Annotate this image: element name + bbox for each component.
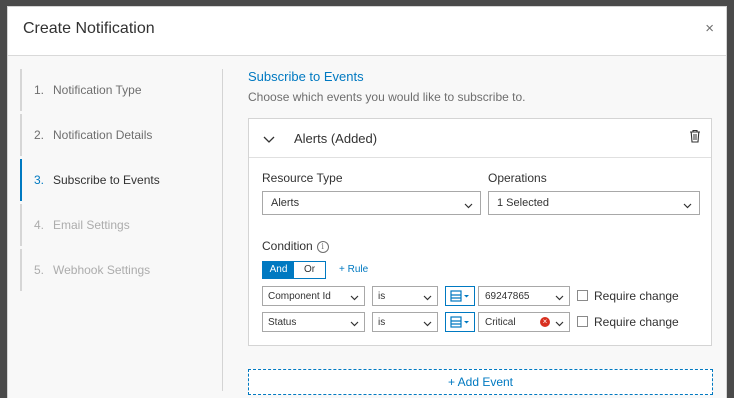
step-number: 2. [34, 128, 45, 142]
event-card-header[interactable]: Alerts (Added) [249, 119, 711, 158]
and-button[interactable]: And [263, 262, 294, 278]
event-card: Alerts (Added) Resource Type Alerts Oper… [248, 118, 712, 346]
chevron-down-icon [350, 293, 359, 304]
step-number: 4. [34, 218, 45, 232]
require-change-label: Require change [594, 315, 679, 329]
rule-field-select[interactable]: Component Id [262, 286, 365, 306]
step-notification-type[interactable]: 1. Notification Type [20, 69, 210, 111]
resource-type-label: Resource Type [262, 171, 343, 185]
value-mode-button[interactable] [445, 312, 475, 332]
chevron-down-icon [683, 200, 692, 212]
require-change-checkbox[interactable] [577, 316, 588, 327]
resource-type-select[interactable]: Alerts [262, 191, 481, 215]
wizard-steps: 1. Notification Type 2. Notification Det… [20, 69, 210, 294]
step-number: 3. [34, 173, 45, 187]
chevron-down-icon [464, 200, 473, 212]
step-webhook-settings: 5. Webhook Settings [20, 249, 210, 291]
clear-value-icon[interactable]: × [540, 317, 550, 327]
chevron-down-icon [423, 319, 432, 330]
condition-text: Condition [262, 239, 313, 253]
dialog-header: Create Notification × [8, 7, 726, 56]
operations-value: 1 Selected [497, 197, 549, 209]
rule-field-value: Status [268, 316, 297, 328]
section-subtitle: Choose which events you would like to su… [248, 90, 526, 104]
vertical-divider [222, 69, 223, 391]
step-label: Subscribe to Events [53, 173, 160, 187]
rule-field-select[interactable]: Status [262, 312, 365, 332]
chevron-down-icon [555, 319, 564, 330]
or-button[interactable]: Or [294, 262, 325, 278]
rule-operator-select[interactable]: is [372, 312, 438, 332]
rule-operator-value: is [378, 316, 386, 328]
step-label: Notification Type [53, 83, 142, 97]
section-title: Subscribe to Events [248, 69, 364, 84]
rule-field-value: Component Id [268, 290, 331, 302]
add-event-button[interactable]: + Add Event [248, 369, 713, 395]
dialog-title: Create Notification [23, 20, 155, 37]
value-mode-button[interactable] [445, 286, 475, 306]
rule-value-select[interactable]: 69247865 [478, 286, 570, 306]
chevron-down-icon [423, 293, 432, 304]
rule-value-text: 69247865 [485, 290, 530, 302]
field-list-icon [450, 290, 469, 302]
rule-value-select[interactable]: Critical × [478, 312, 570, 332]
trash-icon[interactable] [689, 129, 701, 148]
require-change-label: Require change [594, 289, 679, 303]
rule-value-text: Critical [485, 316, 516, 328]
and-or-toggle: And Or [262, 261, 326, 279]
require-change-checkbox[interactable] [577, 290, 588, 301]
add-rule-button[interactable]: + Rule [339, 264, 368, 275]
operations-select[interactable]: 1 Selected [488, 191, 700, 215]
chevron-down-icon[interactable] [263, 131, 275, 149]
operations-label: Operations [488, 171, 547, 185]
main-content: Subscribe to Events Choose which events … [248, 69, 714, 395]
event-card-title: Alerts (Added) [294, 131, 378, 146]
step-number: 1. [34, 83, 45, 97]
step-subscribe-to-events[interactable]: 3. Subscribe to Events [20, 159, 210, 201]
step-notification-details[interactable]: 2. Notification Details [20, 114, 210, 156]
info-icon[interactable]: i [316, 241, 329, 253]
resource-type-value: Alerts [271, 197, 300, 209]
chevron-down-icon [350, 319, 359, 330]
rule-operator-value: is [378, 290, 386, 302]
step-label: Notification Details [53, 128, 153, 142]
rule-operator-select[interactable]: is [372, 286, 438, 306]
step-label: Webhook Settings [53, 263, 151, 277]
step-label: Email Settings [53, 218, 130, 232]
create-notification-dialog: Create Notification × 1. Notification Ty… [7, 6, 727, 398]
condition-label: Condition i [262, 239, 329, 253]
close-icon[interactable]: × [705, 21, 714, 37]
step-email-settings: 4. Email Settings [20, 204, 210, 246]
chevron-down-icon [555, 293, 564, 304]
field-list-icon [450, 316, 469, 328]
step-number: 5. [34, 263, 45, 277]
